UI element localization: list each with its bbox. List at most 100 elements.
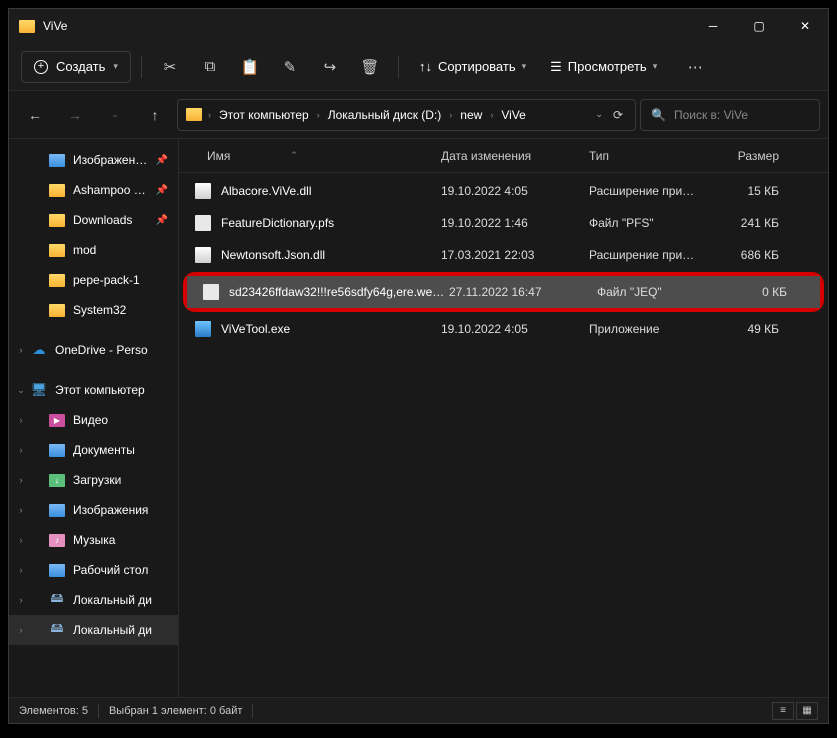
titlebar[interactable]: ViVe ─ ▢ ✕ — [9, 9, 828, 43]
column-date[interactable]: Дата изменения — [441, 149, 589, 163]
chevron-right-icon[interactable]: › — [15, 415, 27, 425]
file-list[interactable]: Albacore.ViVe.dll 19.10.2022 4:05 Расшир… — [179, 173, 828, 697]
sidebar-item[interactable]: ›▶Видео — [9, 405, 178, 435]
maximize-button[interactable]: ▢ — [736, 9, 782, 43]
view-icon: ☰ — [550, 59, 562, 75]
back-button[interactable]: ← — [17, 99, 53, 131]
up-button[interactable]: ↑ — [137, 99, 173, 131]
file-row[interactable]: Newtonsoft.Json.dll 17.03.2021 22:03 Рас… — [179, 239, 828, 271]
file-size: 686 КБ — [717, 248, 789, 262]
breadcrumb-item[interactable]: ViVe — [495, 104, 531, 126]
column-name[interactable]: Имя⌃ — [179, 149, 441, 163]
new-button[interactable]: + Создать ▾ — [21, 51, 131, 83]
file-row[interactable]: sd23426ffdaw32!!!re56sdfy64g,ere.we55.je… — [187, 276, 820, 308]
view-button[interactable]: ☰ Просмотреть ▾ — [540, 51, 667, 83]
chevron-down-icon[interactable]: ⌄ — [15, 385, 27, 396]
chevron-right-icon[interactable]: › — [15, 625, 27, 635]
sidebar[interactable]: Изображен…📌 Ashampoo …📌 Downloads📌 mod p… — [9, 139, 179, 697]
view-label: Просмотреть — [568, 59, 647, 74]
sidebar-item[interactable]: mod — [9, 235, 178, 265]
sidebar-item[interactable]: ›Изображения — [9, 495, 178, 525]
chevron-right-icon[interactable]: › — [15, 535, 27, 545]
search-input[interactable]: 🔍 Поиск в: ViVe — [640, 99, 820, 131]
pin-icon: 📌 — [156, 215, 168, 226]
sidebar-item[interactable]: ›♪Музыка — [9, 525, 178, 555]
more-button[interactable]: ⋯ — [677, 51, 713, 83]
file-row[interactable]: Albacore.ViVe.dll 19.10.2022 4:05 Расшир… — [179, 175, 828, 207]
delete-button[interactable]: 🗑 — [352, 51, 388, 83]
minimize-button[interactable]: ─ — [690, 9, 736, 43]
paste-button[interactable]: 📋 — [232, 51, 268, 83]
chevron-down-icon[interactable]: ⌄ — [595, 109, 603, 120]
folder-icon — [49, 304, 65, 317]
recent-button[interactable]: ⌄ — [97, 99, 133, 131]
file-name: Newtonsoft.Json.dll — [221, 248, 441, 262]
chevron-right-icon[interactable]: › — [15, 345, 27, 355]
chevron-right-icon[interactable]: › — [15, 505, 27, 515]
sidebar-thispc[interactable]: ⌄🖥Этот компьютер — [9, 375, 178, 405]
new-label: Создать — [56, 59, 105, 74]
file-type: Расширение при… — [589, 248, 717, 262]
sidebar-item[interactable]: ›Документы — [9, 435, 178, 465]
column-type[interactable]: Тип — [589, 149, 717, 163]
status-selection: Выбран 1 элемент: 0 байт — [109, 705, 242, 717]
sort-button[interactable]: ↑↓ Сортировать ▾ — [409, 51, 536, 83]
file-size: 49 КБ — [717, 322, 789, 336]
documents-icon — [49, 444, 65, 457]
sidebar-item[interactable]: ›Рабочий стол — [9, 555, 178, 585]
chevron-right-icon[interactable]: › — [15, 475, 27, 485]
sidebar-item[interactable]: Изображен…📌 — [9, 145, 178, 175]
breadcrumb-item[interactable]: new — [454, 104, 488, 126]
sidebar-item[interactable]: ›↓Загрузки — [9, 465, 178, 495]
forward-button[interactable]: → — [57, 99, 93, 131]
file-icon — [195, 215, 211, 231]
copy-button[interactable]: ⧉ — [192, 51, 228, 83]
sidebar-item[interactable]: System32 — [9, 295, 178, 325]
file-name: FeatureDictionary.pfs — [221, 216, 441, 230]
breadcrumb-item[interactable]: Локальный диск (D:) — [322, 104, 448, 126]
file-icon — [195, 247, 211, 263]
file-date: 17.03.2021 22:03 — [441, 248, 589, 262]
folder-icon — [49, 244, 65, 257]
chevron-right-icon[interactable]: › — [15, 445, 27, 455]
folder-icon — [49, 184, 65, 197]
tiles-view-button[interactable]: ▦ — [796, 702, 818, 720]
search-icon: 🔍 — [651, 108, 666, 122]
refresh-button[interactable]: ⟳ — [613, 108, 623, 122]
file-date: 19.10.2022 4:05 — [441, 184, 589, 198]
share-button[interactable]: ↪ — [312, 51, 348, 83]
sidebar-onedrive[interactable]: ›☁OneDrive - Perso — [9, 335, 178, 365]
file-size: 15 КБ — [717, 184, 789, 198]
file-row[interactable]: ViVeTool.exe 19.10.2022 4:05 Приложение … — [179, 313, 828, 345]
chevron-down-icon: ▾ — [653, 61, 658, 72]
chevron-down-icon: ▾ — [113, 61, 118, 72]
chevron-right-icon: › — [490, 110, 493, 120]
column-headers: Имя⌃ Дата изменения Тип Размер — [179, 139, 828, 173]
file-name: ViVeTool.exe — [221, 322, 441, 336]
chevron-right-icon[interactable]: › — [15, 595, 27, 605]
pictures-icon — [49, 154, 65, 167]
status-count: Элементов: 5 — [19, 705, 88, 717]
close-button[interactable]: ✕ — [782, 9, 828, 43]
details-view-button[interactable]: ≡ — [772, 702, 794, 720]
drive-icon: 🖴 — [49, 592, 65, 608]
cut-button[interactable]: ✂ — [152, 51, 188, 83]
folder-icon — [49, 274, 65, 287]
sidebar-item[interactable]: Downloads📌 — [9, 205, 178, 235]
chevron-right-icon[interactable]: › — [15, 565, 27, 575]
file-name: sd23426ffdaw32!!!re56sdfy64g,ere.we55.je… — [229, 285, 449, 299]
file-type: Файл "PFS" — [589, 216, 717, 230]
sidebar-item[interactable]: ›🖴Локальный ди — [9, 585, 178, 615]
sidebar-item[interactable]: ›🖴Локальный ди — [9, 615, 178, 645]
sidebar-item[interactable]: Ashampoo …📌 — [9, 175, 178, 205]
explorer-window: ViVe ─ ▢ ✕ + Создать ▾ ✂ ⧉ 📋 ✎ ↪ 🗑 ↑↓ Со… — [8, 8, 829, 724]
file-row[interactable]: FeatureDictionary.pfs 19.10.2022 1:46 Фа… — [179, 207, 828, 239]
column-size[interactable]: Размер — [717, 149, 789, 163]
highlight-annotation: sd23426ffdaw32!!!re56sdfy64g,ere.we55.je… — [183, 272, 824, 312]
rename-button[interactable]: ✎ — [272, 51, 308, 83]
folder-icon — [186, 108, 202, 121]
breadcrumb-item[interactable]: Этот компьютер — [213, 104, 315, 126]
addressbar[interactable]: › Этот компьютер › Локальный диск (D:) ›… — [177, 99, 636, 131]
sidebar-item[interactable]: pepe-pack-1 — [9, 265, 178, 295]
file-date: 19.10.2022 4:05 — [441, 322, 589, 336]
